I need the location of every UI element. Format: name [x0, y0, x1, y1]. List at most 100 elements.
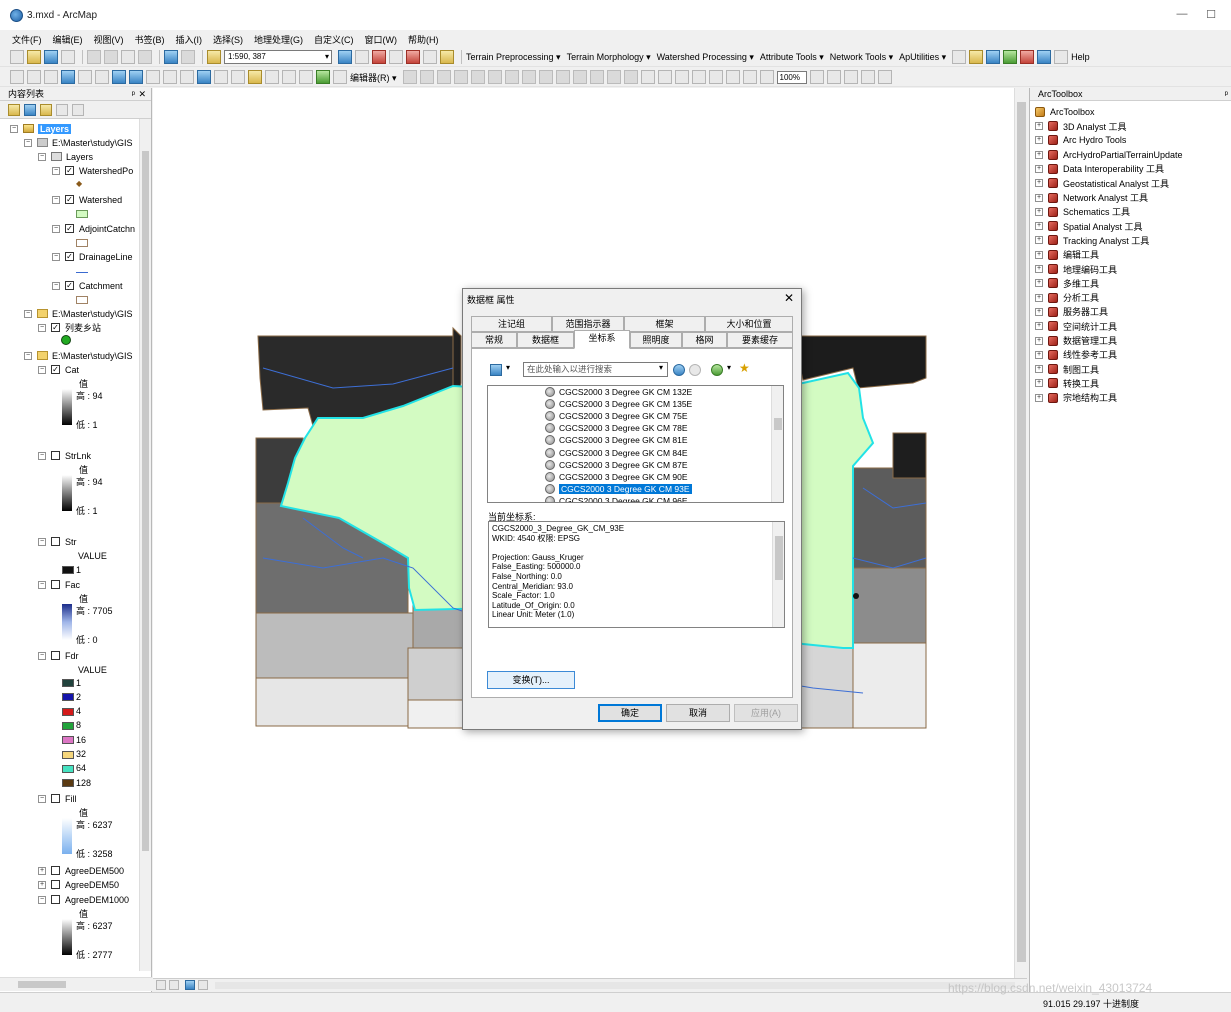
layer-checkbox[interactable] [51, 880, 60, 889]
toc-horizontal-scrollbar[interactable] [0, 977, 152, 991]
layout-back-icon[interactable] [725, 70, 740, 84]
edit-vertices-icon[interactable] [504, 70, 519, 84]
layer-checkbox[interactable]: ✓ [65, 224, 74, 233]
expand-icon[interactable]: + [1035, 379, 1043, 388]
search-dropdown-icon[interactable]: ▾ [659, 363, 663, 372]
expand-icon[interactable]: + [1035, 193, 1043, 202]
measure-icon[interactable] [248, 70, 262, 84]
create-viewer-icon[interactable] [333, 70, 347, 84]
collapse-icon[interactable]: − [38, 895, 46, 904]
flow-path-icon[interactable] [969, 50, 984, 64]
sketch-properties-icon[interactable] [606, 70, 621, 84]
zoom-out-icon[interactable] [27, 70, 41, 84]
expand-icon[interactable]: + [1035, 122, 1043, 130]
fixed-zoom-in-icon[interactable] [78, 70, 92, 84]
tab-frame[interactable]: 框架 [624, 316, 705, 332]
list-by-source-icon[interactable] [24, 103, 36, 116]
menu-customize[interactable]: 自定义(C) [314, 33, 354, 46]
toolbox-item[interactable]: + 服务器工具 [1035, 305, 1108, 319]
expand-icon[interactable]: + [1035, 136, 1043, 145]
layout-zoom-in-icon[interactable] [640, 70, 655, 84]
crs-list-item[interactable]: CGCS2000 3 Degree GK CM 87E [545, 459, 688, 470]
expand-icon[interactable]: + [1035, 222, 1043, 231]
toolbox-item[interactable]: + Geostatistical Analyst 工具 [1035, 176, 1169, 190]
hydro-tool-icon[interactable] [952, 50, 967, 64]
tab-data-frame[interactable]: 数据框 [517, 332, 574, 348]
layout-pan-icon[interactable] [674, 70, 689, 84]
save-icon[interactable] [44, 50, 58, 64]
toc-group-path3[interactable]: − E:\Master\study\GIS [24, 349, 133, 362]
crs-list-item[interactable]: CGCS2000 3 Degree GK CM 84E [545, 447, 688, 458]
toc-layer-dem1000[interactable]: − AgreeDEM1000 [38, 893, 129, 906]
close-icon[interactable]: ✕ [138, 88, 146, 101]
toc-window-icon[interactable] [355, 50, 369, 64]
layout-fixed-zoom-icon[interactable] [759, 70, 774, 84]
toolbox-item[interactable]: + 制图工具 [1035, 362, 1099, 376]
crs-list-item[interactable]: CGCS2000 3 Degree GK CM 81E [545, 435, 688, 446]
tab-feature-cache[interactable]: 要素缓存 [727, 332, 793, 348]
toolbox-item[interactable]: + 编辑工具 [1035, 248, 1099, 262]
layer-checkbox[interactable]: ✓ [65, 281, 74, 290]
tab-general[interactable]: 常规 [471, 332, 517, 348]
transformations-button[interactable]: 变换(T)... [487, 671, 575, 689]
data-driven-pages-icon[interactable] [860, 70, 875, 84]
print-icon[interactable] [61, 50, 75, 64]
collapse-icon[interactable]: − [38, 451, 46, 460]
cut-polygon-icon[interactable] [538, 70, 553, 84]
expand-icon[interactable]: + [38, 880, 46, 889]
data-view-icon[interactable] [156, 980, 166, 990]
expand-icon[interactable]: + [1035, 336, 1043, 345]
undo-icon[interactable] [164, 50, 178, 64]
cancel-button[interactable]: 取消 [666, 704, 730, 722]
zoom-in-icon[interactable] [10, 70, 24, 84]
toc-layer-strlnk[interactable]: − StrLnk [38, 449, 91, 462]
redo-icon[interactable] [181, 50, 195, 64]
refresh-icon[interactable] [185, 980, 195, 990]
python-window-icon[interactable] [423, 50, 437, 64]
collapse-icon[interactable]: − [10, 124, 18, 133]
terrain-preprocessing-menu[interactable]: Terrain Preprocessing ▾ [466, 52, 561, 63]
collapse-icon[interactable]: − [38, 365, 46, 374]
add-dropdown-icon[interactable]: ▾ [727, 363, 731, 372]
toolbox-item[interactable]: + ArcHydroPartialTerrainUpdate [1035, 148, 1183, 162]
map-vertical-scrollbar[interactable] [1014, 88, 1027, 978]
toc-layer-str[interactable]: − Str [38, 535, 77, 548]
new-document-icon[interactable] [10, 50, 24, 64]
catalog-window-icon[interactable] [372, 50, 386, 64]
full-extent-icon[interactable] [61, 70, 75, 84]
crs-list-item[interactable]: CGCS2000 3 Degree GK CM 78E [545, 423, 688, 434]
toc-layer-drainageline[interactable]: − ✓ DrainageLine [52, 250, 133, 263]
list-scrollbar[interactable] [771, 386, 783, 502]
go-to-xy-icon[interactable] [299, 70, 313, 84]
expand-icon[interactable]: + [1035, 250, 1043, 259]
layer-checkbox[interactable]: ✓ [65, 166, 74, 175]
crs-list-item[interactable]: CGCS2000 3 Degree GK CM 96E [545, 496, 688, 502]
time-slider-icon[interactable] [316, 70, 330, 84]
menu-help[interactable]: 帮助(H) [408, 33, 439, 46]
toggle-draft-icon[interactable] [809, 70, 824, 84]
open-folder-icon[interactable] [27, 50, 41, 64]
help-menu[interactable]: Help [1071, 52, 1090, 62]
scrollbar-thumb[interactable] [142, 151, 149, 851]
expand-icon[interactable]: + [1035, 150, 1043, 159]
expand-icon[interactable]: + [1035, 350, 1043, 359]
attributes-icon[interactable] [589, 70, 604, 84]
toc-options-icon[interactable] [72, 103, 84, 116]
expand-icon[interactable]: + [1035, 236, 1043, 245]
layer-checkbox[interactable]: ✓ [51, 323, 60, 332]
filter-dropdown-icon[interactable]: ▾ [506, 363, 510, 372]
toolbox-item[interactable]: + Data Interoperability 工具 [1035, 162, 1164, 176]
data-frame-label[interactable]: Layers [38, 123, 72, 134]
collapse-icon[interactable]: − [24, 351, 32, 360]
collapse-icon[interactable]: − [52, 195, 60, 204]
layout-forward-icon[interactable] [742, 70, 757, 84]
straight-segment-icon[interactable] [436, 70, 451, 84]
toc-group-path2[interactable]: − E:\Master\study\GIS [24, 307, 133, 320]
layer-checkbox[interactable]: ✓ [51, 365, 60, 374]
layer-checkbox[interactable] [51, 580, 60, 589]
reshape-icon[interactable] [521, 70, 536, 84]
expand-icon[interactable]: + [1035, 265, 1043, 273]
toolbox-item[interactable]: + Tracking Analyst 工具 [1035, 233, 1149, 247]
tab-coordinate-system[interactable]: 坐标系 [574, 330, 630, 349]
delete-icon[interactable] [138, 50, 152, 64]
